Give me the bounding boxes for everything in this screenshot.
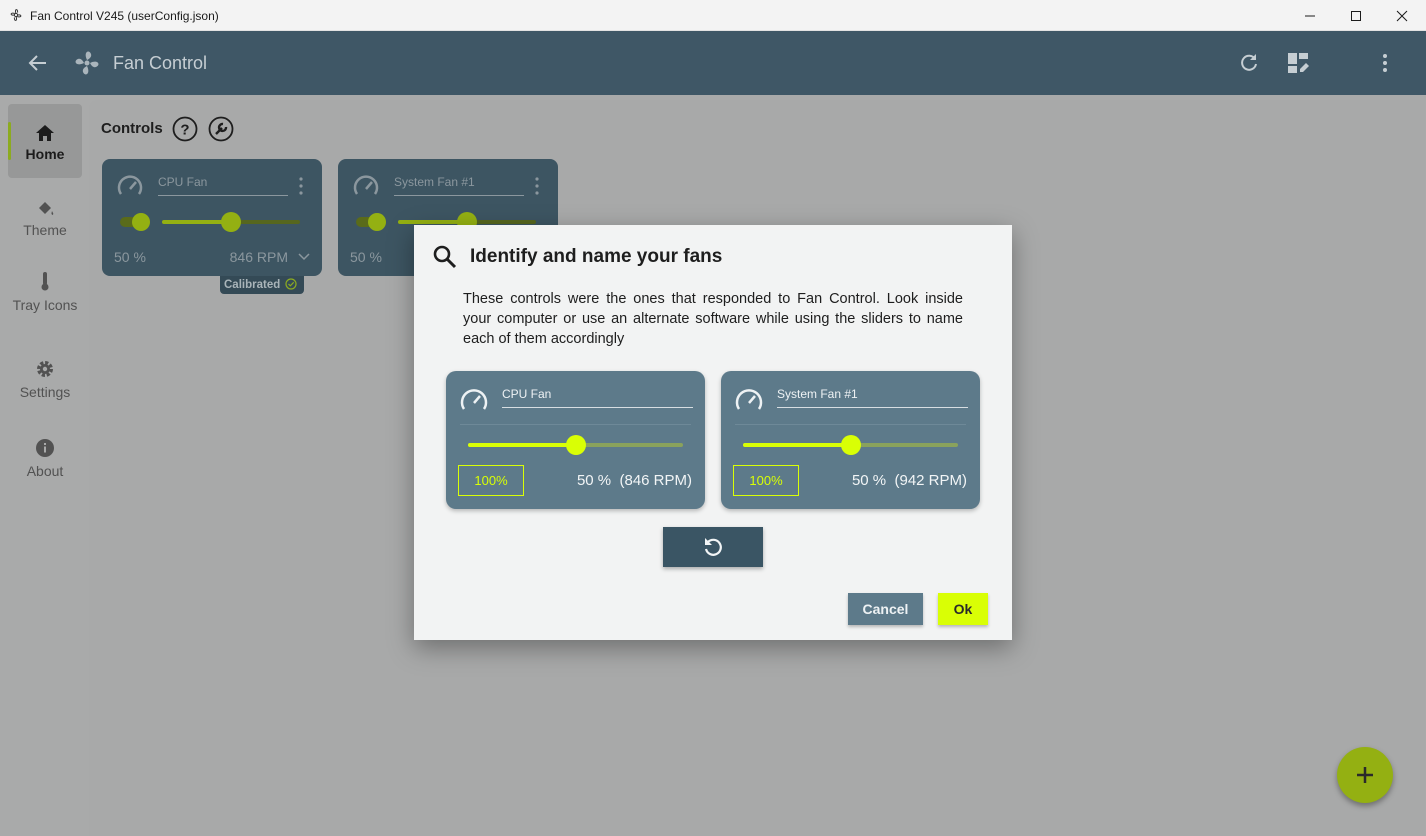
slider-thumb[interactable] xyxy=(565,435,586,455)
gauge-icon xyxy=(460,389,488,410)
fan-logo-icon xyxy=(75,51,99,75)
fan-name-field[interactable]: System Fan #1 xyxy=(394,175,524,196)
gauge-icon xyxy=(353,175,379,195)
fan-reading: 50 % (846 RPM) xyxy=(576,472,692,489)
divider xyxy=(735,424,966,425)
slider-fill xyxy=(743,443,851,447)
calibrated-badge: Calibrated xyxy=(220,276,304,294)
sidebar-nav: Home Theme Tray Icons Settings About xyxy=(8,104,82,836)
control-card-cpu-fan: CPU Fan 50 % 846 RPM xyxy=(102,159,322,276)
toggle-knob[interactable] xyxy=(368,213,386,231)
close-button[interactable] xyxy=(1379,0,1425,31)
sidebar-item-home[interactable]: Home xyxy=(8,104,82,178)
home-icon xyxy=(36,125,54,141)
divider xyxy=(460,424,691,425)
active-indicator xyxy=(8,122,11,160)
app-header: Fan Control xyxy=(0,31,1426,95)
sidebar-item-about[interactable]: About xyxy=(8,436,82,510)
slider-thumb[interactable] xyxy=(221,212,241,232)
dashboard-edit-icon[interactable] xyxy=(1286,51,1310,75)
more-vert-icon[interactable] xyxy=(1373,51,1397,75)
paint-bucket-icon xyxy=(39,202,54,215)
add-button[interactable] xyxy=(1337,747,1393,803)
app-title: Fan Control xyxy=(113,53,208,73)
toggle-knob[interactable] xyxy=(132,213,150,231)
identify-fans-dialog: Identify and name your fans These contro… xyxy=(414,225,1012,640)
gear-icon xyxy=(37,361,53,377)
more-vert-icon[interactable] xyxy=(298,177,304,195)
thermometer-icon xyxy=(41,272,49,291)
slider-fill xyxy=(468,443,576,447)
dialog-description: These controls were the ones that respon… xyxy=(463,291,963,347)
window-titlebar: Fan Control V245 (userConfig.json) xyxy=(0,0,1426,31)
plus-icon xyxy=(1357,767,1373,783)
chevron-down-icon[interactable] xyxy=(298,250,310,262)
close-icon xyxy=(1396,10,1408,21)
fan-outline-icon xyxy=(10,9,22,21)
window-title: Fan Control V245 (userConfig.json) xyxy=(30,9,219,23)
section-title: Controls xyxy=(101,120,163,137)
cancel-button[interactable]: Cancel xyxy=(848,593,923,625)
fan-card-cpu-fan: CPU Fan 100% 50 % (846 RPM) xyxy=(446,371,705,509)
search-icon xyxy=(433,245,457,269)
back-arrow-icon[interactable] xyxy=(26,51,50,75)
percent-value: 50 % xyxy=(114,249,146,265)
restore-icon xyxy=(704,538,722,556)
reset-button[interactable] xyxy=(663,527,763,567)
svg-text:?: ? xyxy=(180,122,189,139)
info-icon xyxy=(36,439,54,457)
wrench-icon[interactable] xyxy=(208,116,234,142)
sidebar-item-label: Theme xyxy=(23,222,67,238)
fan-name-input[interactable]: CPU Fan xyxy=(502,387,693,408)
percent-value: 50 % xyxy=(350,249,382,265)
sidebar-item-label: Tray Icons xyxy=(12,297,78,313)
refresh-icon[interactable] xyxy=(1237,51,1261,75)
gauge-icon xyxy=(735,389,763,410)
fan-name-field[interactable]: CPU Fan xyxy=(158,175,288,196)
sidebar-item-label: Home xyxy=(25,146,65,162)
sidebar-item-label: Settings xyxy=(19,384,71,400)
badge-label: Calibrated xyxy=(224,279,281,291)
dialog-title: Identify and name your fans xyxy=(470,246,723,267)
set-100-percent-button[interactable]: 100% xyxy=(733,465,799,496)
help-icon[interactable]: ? xyxy=(172,116,198,142)
rpm-value: 846 RPM xyxy=(229,249,288,265)
minimize-button[interactable] xyxy=(1287,0,1333,31)
check-circle-icon xyxy=(285,278,298,290)
sidebar-item-settings[interactable]: Settings xyxy=(8,356,82,430)
sidebar-item-tray-icons[interactable]: Tray Icons xyxy=(8,268,82,342)
slider-thumb[interactable] xyxy=(840,435,861,455)
maximize-button[interactable] xyxy=(1333,0,1379,31)
ok-button[interactable]: Ok xyxy=(938,593,988,625)
maximize-icon xyxy=(1351,10,1361,21)
fan-reading: 50 % (942 RPM) xyxy=(851,472,967,489)
more-vert-icon[interactable] xyxy=(534,177,540,195)
fan-card-system-fan: System Fan #1 100% 50 % (942 RPM) xyxy=(721,371,980,509)
sidebar-item-theme[interactable]: Theme xyxy=(8,192,82,266)
sidebar-item-label: About xyxy=(26,463,64,479)
set-100-percent-button[interactable]: 100% xyxy=(458,465,524,496)
minimize-icon xyxy=(1305,15,1315,16)
fan-name-input[interactable]: System Fan #1 xyxy=(777,387,968,408)
gauge-icon xyxy=(117,175,143,195)
